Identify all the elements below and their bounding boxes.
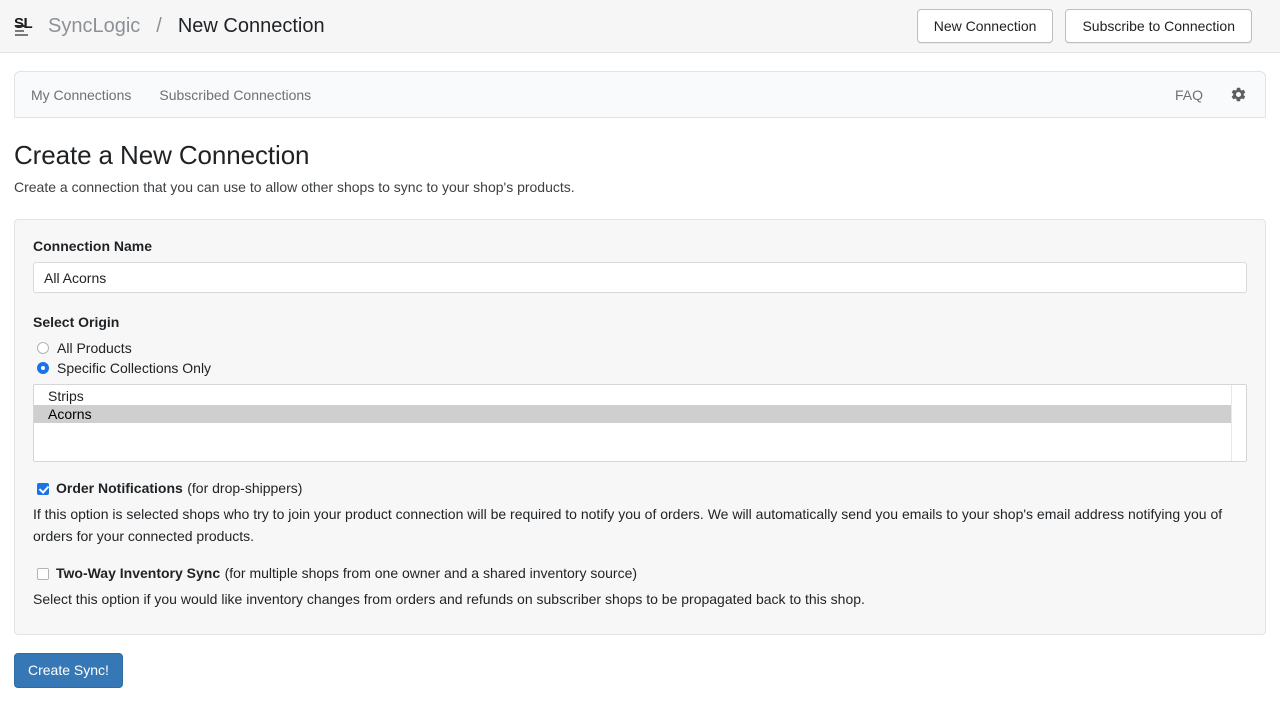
order-notifications-row[interactable]: Order Notifications (for drop-shippers) [33, 480, 1247, 497]
breadcrumb: SL SyncLogic / New Connection [14, 13, 325, 39]
two-way-sync-hint: (for multiple shops from one owner and a… [225, 565, 637, 581]
order-notifications-hint: (for drop-shippers) [187, 480, 302, 496]
brand-name[interactable]: SyncLogic [48, 15, 140, 38]
radio-specific-collections-label[interactable]: Specific Collections Only [57, 360, 211, 376]
page-subtitle: Create a connection that you can use to … [14, 179, 1266, 195]
order-notifications-title[interactable]: Order Notifications [56, 480, 183, 496]
order-notifications-checkbox[interactable] [37, 483, 49, 495]
collections-listbox[interactable]: Strips Acorns [33, 384, 1247, 462]
list-item[interactable]: Strips [34, 387, 1231, 405]
radio-option-specific-collections[interactable]: Specific Collections Only [33, 359, 1247, 376]
order-notifications-description: If this option is selected shops who try… [33, 503, 1238, 547]
page-title: Create a New Connection [14, 140, 1266, 171]
radio-specific-collections-icon[interactable] [37, 362, 49, 374]
header-actions: New Connection Subscribe to Connection [917, 9, 1252, 44]
two-way-sync-description: Select this option if you would like inv… [33, 588, 1238, 610]
collections-listbox-options: Strips Acorns [34, 385, 1231, 461]
faq-link[interactable]: FAQ [1175, 87, 1203, 103]
new-connection-form-card: Connection Name Select Origin All Produc… [14, 219, 1266, 635]
app-header: SL SyncLogic / New Connection New Connec… [0, 0, 1280, 53]
nav-bar-right: FAQ [1175, 86, 1247, 104]
collections-listbox-scrollbar[interactable] [1231, 385, 1246, 461]
two-way-sync-row[interactable]: Two-Way Inventory Sync (for multiple sho… [33, 565, 1247, 582]
two-way-sync-title[interactable]: Two-Way Inventory Sync [56, 565, 220, 581]
tab-my-connections[interactable]: My Connections [31, 87, 131, 103]
submit-row: Create Sync! [0, 635, 1280, 688]
order-notifications-block: Order Notifications (for drop-shippers) … [33, 480, 1247, 547]
list-item[interactable]: Acorns [34, 405, 1231, 423]
breadcrumb-current-page: New Connection [178, 15, 325, 38]
radio-all-products-icon[interactable] [37, 342, 49, 354]
radio-all-products-label[interactable]: All Products [57, 340, 132, 356]
nav-bar: My Connections Subscribed Connections FA… [14, 71, 1266, 118]
tab-subscribed-connections[interactable]: Subscribed Connections [159, 87, 311, 103]
two-way-sync-block: Two-Way Inventory Sync (for multiple sho… [33, 565, 1247, 610]
page-body: Create a New Connection Create a connect… [0, 118, 1280, 635]
nav-tabs: My Connections Subscribed Connections [31, 87, 311, 103]
gear-icon[interactable] [1229, 86, 1247, 104]
connection-name-input[interactable] [33, 262, 1247, 293]
two-way-sync-checkbox[interactable] [37, 568, 49, 580]
nav-bar-wrapper: My Connections Subscribed Connections FA… [0, 53, 1280, 118]
radio-option-all-products[interactable]: All Products [33, 339, 1247, 356]
breadcrumb-separator: / [150, 15, 168, 38]
select-origin-label: Select Origin [33, 314, 1247, 330]
connection-name-label: Connection Name [33, 238, 1247, 254]
subscribe-to-connection-button[interactable]: Subscribe to Connection [1065, 9, 1252, 44]
create-sync-button[interactable]: Create Sync! [14, 653, 123, 688]
new-connection-button[interactable]: New Connection [917, 9, 1054, 44]
sl-logo-icon: SL [14, 13, 38, 39]
